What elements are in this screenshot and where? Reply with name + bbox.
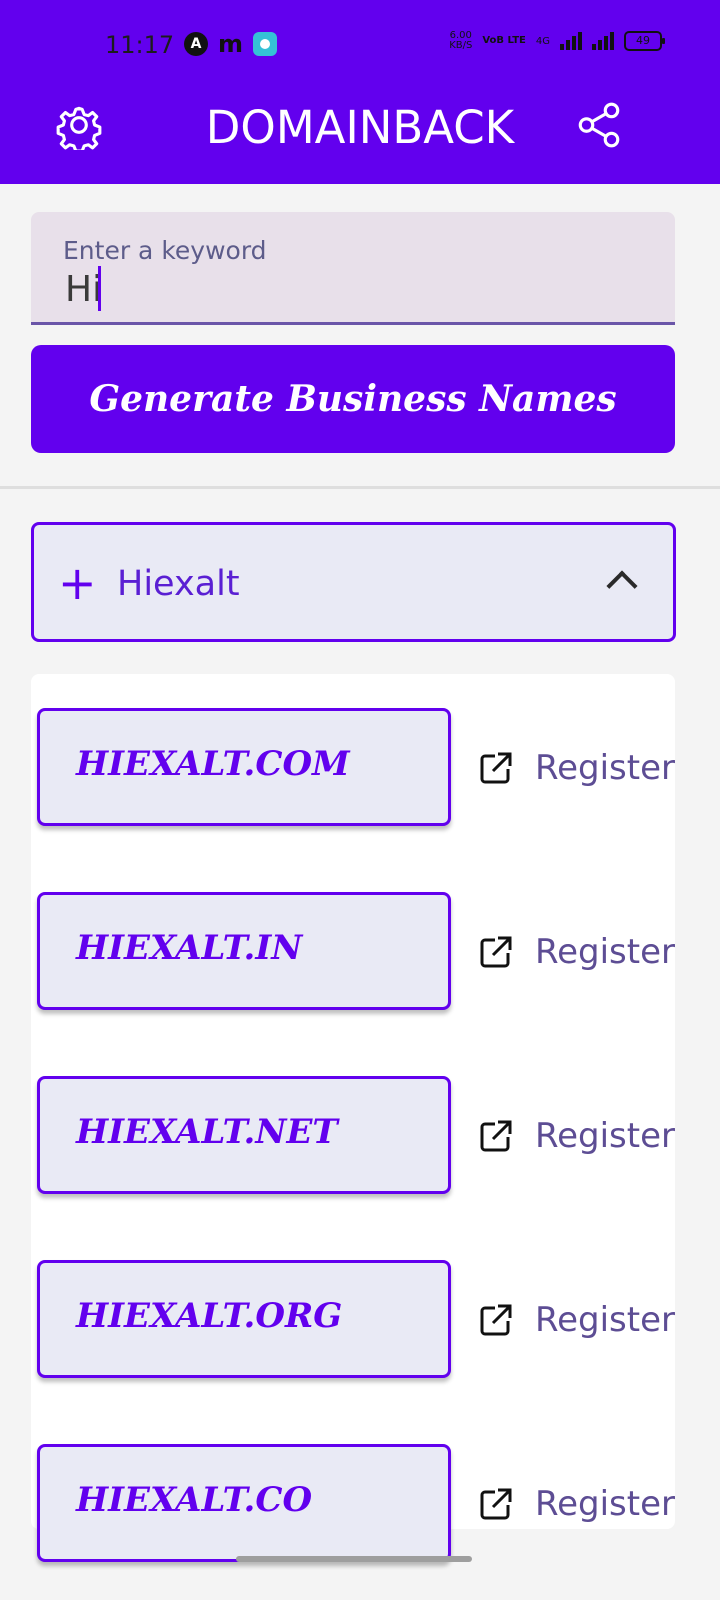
domain-name: HIEXALT.COM bbox=[76, 744, 350, 784]
generate-business-names-button[interactable]: Generate Business Names bbox=[31, 345, 675, 453]
register-label: Register bbox=[535, 748, 675, 788]
domain-name-card[interactable]: HIEXALT.CO bbox=[37, 1444, 451, 1562]
signal-icon-2 bbox=[592, 32, 614, 50]
register-label: Register bbox=[535, 1300, 675, 1340]
keyword-input[interactable] bbox=[63, 267, 627, 311]
network-type: 4G bbox=[535, 35, 550, 47]
domain-row: HIEXALT.CO Register bbox=[31, 1444, 675, 1564]
domain-row: HIEXALT.NET Register bbox=[31, 1076, 675, 1196]
signal-icon bbox=[560, 32, 582, 50]
register-label: Register bbox=[535, 1484, 675, 1524]
status-system-icons: 6.00 KB/S VoB LTE 4G 49 bbox=[449, 30, 665, 51]
keyword-result-card[interactable]: + Hiexalt bbox=[31, 522, 676, 642]
domain-name-card[interactable]: HIEXALT.COM bbox=[37, 708, 451, 826]
chevron-up-icon[interactable] bbox=[606, 570, 638, 602]
register-link[interactable]: Register bbox=[477, 1484, 675, 1524]
register-link[interactable]: Register bbox=[477, 1116, 675, 1156]
share-icon[interactable] bbox=[574, 100, 624, 150]
network-speed: 6.00 KB/S bbox=[449, 30, 473, 51]
domain-row: HIEXALT.IN Register bbox=[31, 892, 675, 1012]
status-time: 11:17 bbox=[105, 31, 175, 59]
domain-row: HIEXALT.COM Register bbox=[31, 708, 675, 828]
domain-name-card[interactable]: HIEXALT.ORG bbox=[37, 1260, 451, 1378]
domain-name-card[interactable]: HIEXALT.NET bbox=[37, 1076, 451, 1194]
domain-name: HIEXALT.NET bbox=[76, 1112, 338, 1152]
app-notification-icon bbox=[253, 32, 278, 56]
register-label: Register bbox=[535, 1116, 675, 1156]
register-label: Register bbox=[535, 932, 675, 972]
section-divider bbox=[0, 486, 720, 489]
keyword-label: Enter a keyword bbox=[63, 236, 267, 265]
domain-row: HIEXALT.ORG Register bbox=[31, 1260, 675, 1380]
keyword-result-name: Hiexalt bbox=[117, 564, 240, 604]
text-caret bbox=[98, 266, 101, 311]
external-link-icon bbox=[480, 1488, 512, 1520]
external-link-icon bbox=[480, 752, 512, 784]
domain-name-card[interactable]: HIEXALT.IN bbox=[37, 892, 451, 1010]
battery-icon: 49 bbox=[624, 31, 665, 51]
register-link[interactable]: Register bbox=[477, 748, 675, 788]
external-link-icon bbox=[480, 1304, 512, 1336]
external-link-icon bbox=[480, 936, 512, 968]
domain-results-panel: HIEXALT.COM Register HIEXALT.IN Register… bbox=[31, 674, 675, 1562]
volte-icon: VoB LTE bbox=[482, 35, 526, 46]
keyword-field[interactable]: Enter a keyword bbox=[31, 212, 675, 325]
home-indicator bbox=[236, 1556, 472, 1562]
notification-a-icon: A bbox=[184, 32, 208, 56]
register-link[interactable]: Register bbox=[477, 1300, 675, 1340]
plus-icon: + bbox=[58, 556, 97, 610]
register-link[interactable]: Register bbox=[477, 932, 675, 972]
status-bar: 11:17 A m 6.00 KB/S VoB LTE 4G 49 bbox=[0, 0, 720, 90]
external-link-icon bbox=[480, 1120, 512, 1152]
notification-m-icon: m bbox=[218, 30, 244, 58]
domain-name: HIEXALT.IN bbox=[76, 928, 303, 968]
status-notification-icons: A m bbox=[184, 30, 278, 58]
domain-name: HIEXALT.CO bbox=[76, 1480, 313, 1520]
domain-name: HIEXALT.ORG bbox=[76, 1296, 343, 1336]
